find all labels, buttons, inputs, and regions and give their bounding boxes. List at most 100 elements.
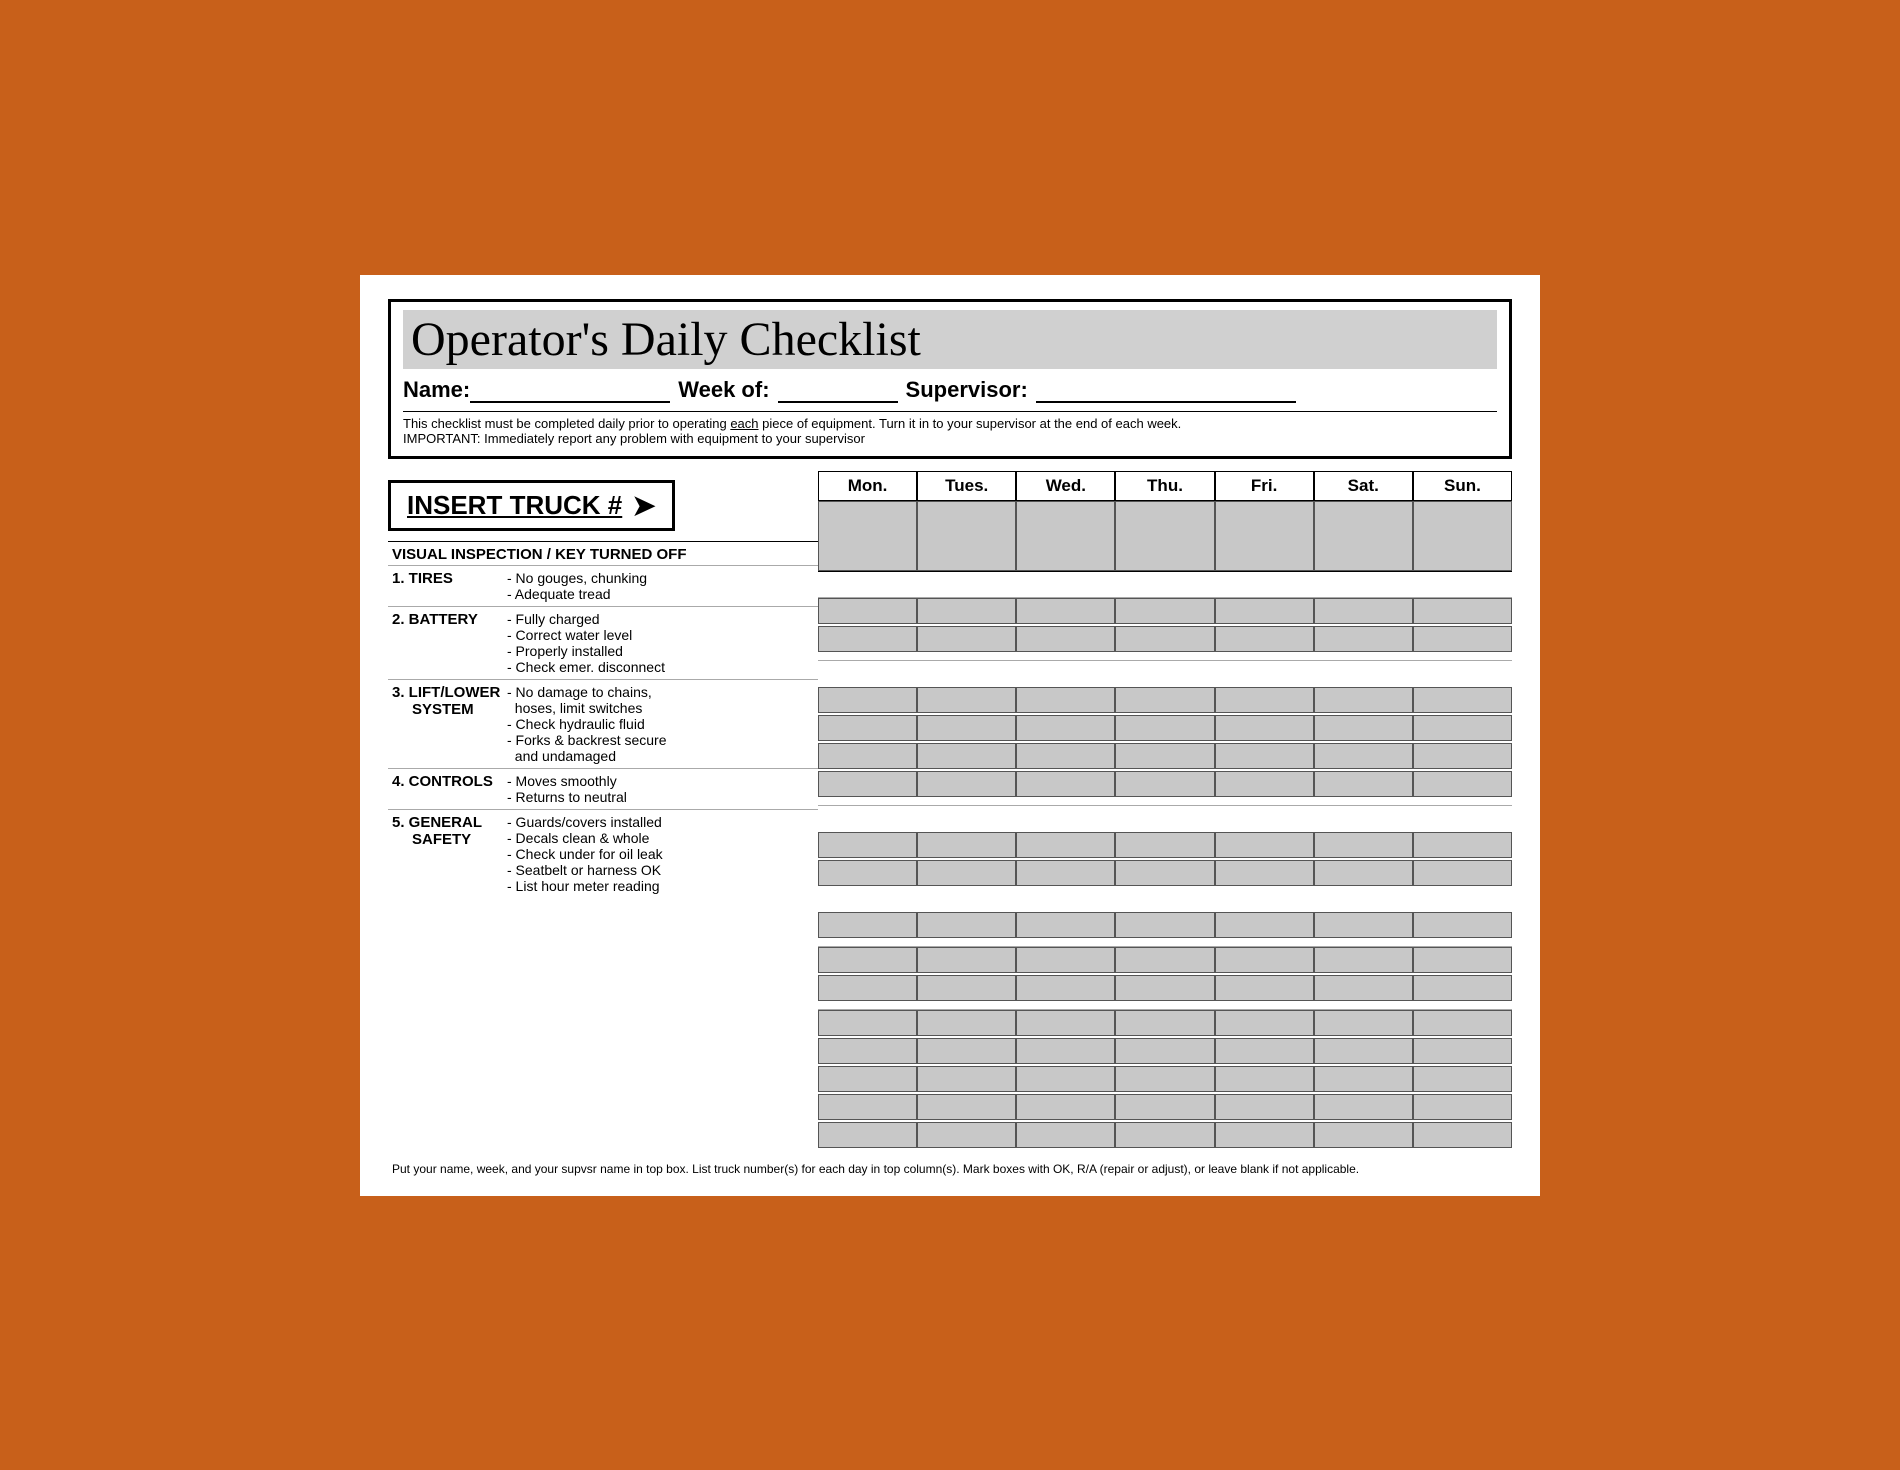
controls-row1-mon[interactable]: [818, 947, 917, 973]
truck-cell-mon[interactable]: [818, 501, 917, 571]
general-row5-fri[interactable]: [1215, 1122, 1314, 1148]
battery-row3-sun[interactable]: [1413, 743, 1512, 769]
week-input[interactable]: [778, 375, 898, 403]
lift-row2-wed[interactable]: [1016, 860, 1115, 886]
controls-row2-tue[interactable]: [917, 975, 1016, 1001]
lift-row1-sat[interactable]: [1314, 832, 1413, 858]
battery-row3-mon[interactable]: [818, 743, 917, 769]
controls-row1-thu[interactable]: [1115, 947, 1214, 973]
lift-row2-sat[interactable]: [1314, 860, 1413, 886]
general-row4-fri[interactable]: [1215, 1094, 1314, 1120]
lift-row1-fri[interactable]: [1215, 832, 1314, 858]
general-row4-wed[interactable]: [1016, 1094, 1115, 1120]
battery-row1-sat[interactable]: [1314, 687, 1413, 713]
general-row3-sun[interactable]: [1413, 1066, 1512, 1092]
general-row2-fri[interactable]: [1215, 1038, 1314, 1064]
lift-row3-wed[interactable]: [1016, 912, 1115, 938]
controls-row2-fri[interactable]: [1215, 975, 1314, 1001]
controls-row1-wed[interactable]: [1016, 947, 1115, 973]
controls-row1-tue[interactable]: [917, 947, 1016, 973]
controls-row1-sun[interactable]: [1413, 947, 1512, 973]
lift-row3-tue[interactable]: [917, 912, 1016, 938]
general-row4-mon[interactable]: [818, 1094, 917, 1120]
tires-row2-tue[interactable]: [917, 626, 1016, 652]
general-row4-tue[interactable]: [917, 1094, 1016, 1120]
tires-row2-thu[interactable]: [1115, 626, 1214, 652]
battery-row4-sun[interactable]: [1413, 771, 1512, 797]
general-row3-sat[interactable]: [1314, 1066, 1413, 1092]
tires-row1-thu[interactable]: [1115, 598, 1214, 624]
battery-row4-mon[interactable]: [818, 771, 917, 797]
battery-row2-mon[interactable]: [818, 715, 917, 741]
battery-row4-tue[interactable]: [917, 771, 1016, 797]
truck-cell-fri[interactable]: [1215, 501, 1314, 571]
controls-row2-sat[interactable]: [1314, 975, 1413, 1001]
lift-row2-mon[interactable]: [818, 860, 917, 886]
lift-row2-thu[interactable]: [1115, 860, 1214, 886]
general-row5-sat[interactable]: [1314, 1122, 1413, 1148]
general-row1-mon[interactable]: [818, 1010, 917, 1036]
general-row3-wed[interactable]: [1016, 1066, 1115, 1092]
battery-row2-fri[interactable]: [1215, 715, 1314, 741]
name-input[interactable]: [470, 375, 670, 403]
battery-row3-tue[interactable]: [917, 743, 1016, 769]
general-row4-sun[interactable]: [1413, 1094, 1512, 1120]
lift-row2-sun[interactable]: [1413, 860, 1512, 886]
tires-row1-wed[interactable]: [1016, 598, 1115, 624]
battery-row4-sat[interactable]: [1314, 771, 1413, 797]
lift-row3-fri[interactable]: [1215, 912, 1314, 938]
truck-cell-tue[interactable]: [917, 501, 1016, 571]
battery-row2-sat[interactable]: [1314, 715, 1413, 741]
general-row2-thu[interactable]: [1115, 1038, 1214, 1064]
lift-row1-thu[interactable]: [1115, 832, 1214, 858]
battery-row1-thu[interactable]: [1115, 687, 1214, 713]
battery-row3-thu[interactable]: [1115, 743, 1214, 769]
lift-row1-tue[interactable]: [917, 832, 1016, 858]
battery-row2-tue[interactable]: [917, 715, 1016, 741]
battery-row3-wed[interactable]: [1016, 743, 1115, 769]
tires-row2-wed[interactable]: [1016, 626, 1115, 652]
lift-row2-tue[interactable]: [917, 860, 1016, 886]
general-row2-sat[interactable]: [1314, 1038, 1413, 1064]
lift-row3-mon[interactable]: [818, 912, 917, 938]
general-row1-wed[interactable]: [1016, 1010, 1115, 1036]
general-row3-tue[interactable]: [917, 1066, 1016, 1092]
battery-row2-wed[interactable]: [1016, 715, 1115, 741]
general-row5-thu[interactable]: [1115, 1122, 1214, 1148]
general-row5-wed[interactable]: [1016, 1122, 1115, 1148]
battery-row1-sun[interactable]: [1413, 687, 1512, 713]
general-row2-tue[interactable]: [917, 1038, 1016, 1064]
battery-row2-sun[interactable]: [1413, 715, 1512, 741]
battery-row1-fri[interactable]: [1215, 687, 1314, 713]
tires-row2-sat[interactable]: [1314, 626, 1413, 652]
truck-cell-sun[interactable]: [1413, 501, 1512, 571]
general-row5-sun[interactable]: [1413, 1122, 1512, 1148]
lift-row1-sun[interactable]: [1413, 832, 1512, 858]
general-row1-fri[interactable]: [1215, 1010, 1314, 1036]
tires-row2-sun[interactable]: [1413, 626, 1512, 652]
general-row1-sun[interactable]: [1413, 1010, 1512, 1036]
lift-row3-sat[interactable]: [1314, 912, 1413, 938]
battery-row1-tue[interactable]: [917, 687, 1016, 713]
tires-row1-mon[interactable]: [818, 598, 917, 624]
tires-row2-mon[interactable]: [818, 626, 917, 652]
general-row1-sat[interactable]: [1314, 1010, 1413, 1036]
lift-row2-fri[interactable]: [1215, 860, 1314, 886]
battery-row3-fri[interactable]: [1215, 743, 1314, 769]
lift-row3-sun[interactable]: [1413, 912, 1512, 938]
general-row4-sat[interactable]: [1314, 1094, 1413, 1120]
battery-row1-mon[interactable]: [818, 687, 917, 713]
battery-row2-thu[interactable]: [1115, 715, 1214, 741]
battery-row3-sat[interactable]: [1314, 743, 1413, 769]
battery-row4-fri[interactable]: [1215, 771, 1314, 797]
truck-cell-thu[interactable]: [1115, 501, 1214, 571]
controls-row2-thu[interactable]: [1115, 975, 1214, 1001]
general-row4-thu[interactable]: [1115, 1094, 1214, 1120]
general-row3-fri[interactable]: [1215, 1066, 1314, 1092]
truck-cell-wed[interactable]: [1016, 501, 1115, 571]
tires-row1-tue[interactable]: [917, 598, 1016, 624]
general-row2-mon[interactable]: [818, 1038, 917, 1064]
controls-row2-wed[interactable]: [1016, 975, 1115, 1001]
tires-row1-sun[interactable]: [1413, 598, 1512, 624]
tires-row2-fri[interactable]: [1215, 626, 1314, 652]
